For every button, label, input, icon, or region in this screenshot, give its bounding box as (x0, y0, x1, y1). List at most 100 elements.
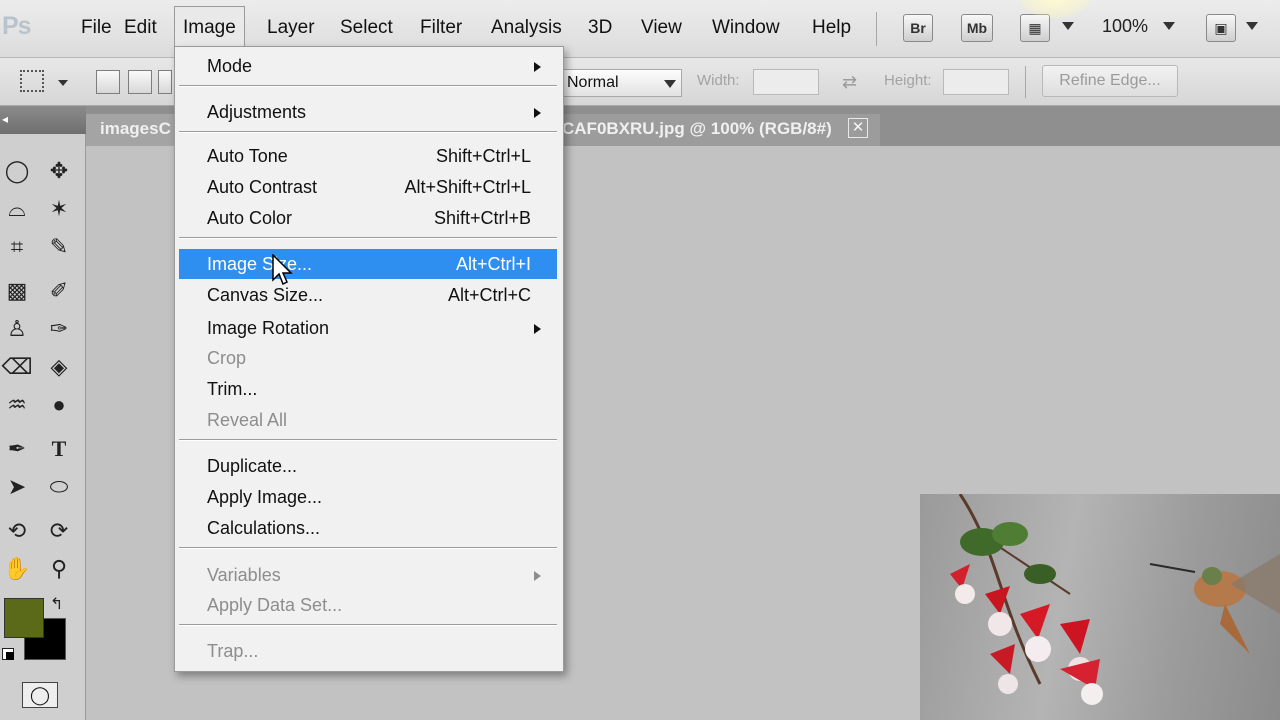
menu-item-label: Image Rotation (207, 318, 330, 338)
menu-item-image-size[interactable]: Image Size... Alt+Ctrl+I (179, 249, 557, 279)
menu-separator (179, 85, 557, 87)
menu-separator (179, 131, 557, 133)
ellipse-shape-icon[interactable]: ⬭ (42, 470, 76, 504)
menu-item-reveal-all[interactable]: Reveal All (179, 405, 557, 435)
new-selection-icon[interactable] (96, 70, 120, 94)
add-selection-icon[interactable] (128, 70, 152, 94)
spot-healing-icon[interactable]: ▩ (0, 274, 34, 308)
menu-view[interactable]: View (633, 6, 690, 50)
tab-active-document[interactable]: CAF0BXRU.jpg @ 100% (RGB/8#) (560, 114, 880, 146)
menu-file[interactable]: File (73, 6, 120, 50)
type-tool-icon[interactable]: T (42, 432, 76, 466)
menu-item-apply-data-set[interactable]: Apply Data Set... (179, 590, 557, 620)
menu-window[interactable]: Window (704, 6, 788, 50)
menu-item-label: Reveal All (207, 410, 288, 430)
quick-mask-icon[interactable]: ◯ (22, 682, 58, 708)
menu-item-shortcut: Alt+Shift+Ctrl+L (404, 177, 531, 197)
menu-item-auto-contrast[interactable]: Auto Contrast Alt+Shift+Ctrl+L (179, 172, 557, 202)
move-tool-icon[interactable]: ✥ (42, 154, 76, 188)
photoshop-logo: Ps (2, 12, 32, 40)
arrange-dropdown-icon[interactable] (1246, 22, 1258, 30)
eyedropper-icon[interactable]: ✎ (42, 230, 76, 264)
menu-item-adjustments[interactable]: Adjustments (179, 97, 557, 127)
menu-help[interactable]: Help (804, 6, 859, 50)
style-select[interactable]: Normal (562, 69, 682, 97)
menu-item-auto-color[interactable]: Auto Color Shift+Ctrl+B (179, 203, 557, 233)
eraser-icon[interactable]: ⌫ (0, 350, 34, 384)
options-divider (1025, 66, 1026, 98)
menu-separator (179, 237, 557, 239)
close-tab-icon[interactable]: ✕ (848, 118, 868, 138)
menu-separator (179, 439, 557, 441)
menu-item-label: Image Size... (207, 254, 313, 274)
menu-layer[interactable]: Layer (259, 6, 323, 50)
menu-item-shortcut: Shift+Ctrl+B (433, 208, 531, 228)
menu-item-variables[interactable]: Variables (179, 560, 557, 590)
rect-marquee-preset-icon[interactable] (20, 70, 44, 92)
menu-item-label: Mode (207, 56, 253, 76)
menu-image[interactable]: Image (174, 6, 245, 50)
path-selection-icon[interactable]: ➤ (0, 470, 34, 504)
dodge-tool-icon[interactable]: ● (42, 388, 76, 422)
submenu-arrow-icon (534, 324, 541, 334)
bridge-button[interactable]: Br (903, 14, 933, 42)
3d-orbit-icon[interactable]: ⟳ (42, 514, 76, 548)
foreground-color-swatch[interactable] (4, 598, 44, 638)
swap-dimensions-icon[interactable]: ⇄ (842, 72, 857, 93)
toolbox: ◂ ◯ ✥ ⌓ ✶ ⌗ ✎ ▩ ✐ ♙ ✑ ⌫ ◈ ♒ ● ✒ T ➤ ⬭ ⟲ … (0, 106, 86, 720)
toolbox-header[interactable]: ◂ (0, 106, 86, 134)
menu-item-shortcut: Alt+Ctrl+C (447, 285, 531, 305)
clone-stamp-icon[interactable]: ♙ (0, 312, 34, 346)
height-label: Height: (884, 72, 932, 89)
zoom-dropdown-icon[interactable] (1163, 22, 1175, 30)
menu-item-duplicate[interactable]: Duplicate... (179, 451, 557, 481)
menu-item-crop[interactable]: Crop (179, 343, 557, 373)
menu-select[interactable]: Select (332, 6, 401, 50)
menu-item-canvas-size[interactable]: Canvas Size... Alt+Ctrl+C (179, 280, 557, 310)
width-field[interactable] (753, 69, 819, 95)
arrange-documents-icon[interactable]: ▣ (1206, 14, 1236, 42)
zoom-tool-icon[interactable]: ⚲ (42, 552, 76, 586)
menu-item-label: Auto Tone (207, 146, 288, 166)
history-brush-icon[interactable]: ✑ (42, 312, 76, 346)
blur-tool-icon[interactable]: ♒ (0, 388, 34, 422)
document-image (920, 494, 1280, 720)
menu-filter[interactable]: Filter (412, 6, 470, 50)
refine-edge-button[interactable]: Refine Edge... (1042, 65, 1178, 97)
menu-item-auto-tone[interactable]: Auto Tone Shift+Ctrl+L (179, 141, 557, 171)
menu-item-trap[interactable]: Trap... (179, 636, 557, 666)
view-extras-icon[interactable]: ▦ (1020, 14, 1050, 42)
hand-tool-icon[interactable]: ✋ (0, 552, 34, 586)
swap-colors-icon[interactable]: ↰ (50, 594, 63, 614)
paint-bucket-icon[interactable]: ◈ (42, 350, 76, 384)
view-extras-dropdown-icon[interactable] (1062, 22, 1074, 30)
zoom-level[interactable]: 100% (1102, 16, 1148, 37)
default-colors-icon[interactable] (2, 648, 14, 660)
menu-item-label: Trap... (207, 641, 259, 661)
menu-item-apply-image[interactable]: Apply Image... (179, 482, 557, 512)
menu-edit[interactable]: Edit (116, 6, 165, 50)
menu-analysis[interactable]: Analysis (483, 6, 570, 50)
menu-item-label: Auto Contrast (207, 177, 318, 197)
menu-item-mode[interactable]: Mode (179, 51, 557, 81)
image-menu-dropdown: Mode Adjustments Auto Tone Shift+Ctrl+L … (174, 46, 564, 672)
style-select-value: Normal (567, 74, 619, 91)
height-field[interactable] (943, 69, 1009, 95)
menu-divider (876, 12, 877, 46)
menu-item-calculations[interactable]: Calculations... (179, 513, 557, 543)
menu-item-trim[interactable]: Trim... (179, 374, 557, 404)
pen-tool-icon[interactable]: ✒ (0, 432, 34, 466)
polygonal-lasso-icon[interactable]: ⌓ (0, 192, 34, 226)
brush-tool-icon[interactable]: ✐ (42, 274, 76, 308)
minibridge-button[interactable]: Mb (961, 14, 993, 42)
magic-wand-icon[interactable]: ✶ (42, 192, 76, 226)
subtract-selection-icon[interactable] (158, 70, 172, 94)
collapse-arrow-icon[interactable]: ◂ (2, 112, 8, 126)
menu-item-label: Apply Data Set... (207, 595, 343, 615)
menu-3d[interactable]: 3D (580, 6, 620, 50)
crop-tool-icon[interactable]: ⌗ (0, 230, 34, 264)
3d-rotate-icon[interactable]: ⟲ (0, 514, 34, 548)
elliptical-marquee-icon[interactable]: ◯ (0, 154, 34, 188)
tool-preset-dropdown-icon[interactable] (58, 80, 68, 86)
menu-item-image-rotation[interactable]: Image Rotation (179, 313, 557, 343)
